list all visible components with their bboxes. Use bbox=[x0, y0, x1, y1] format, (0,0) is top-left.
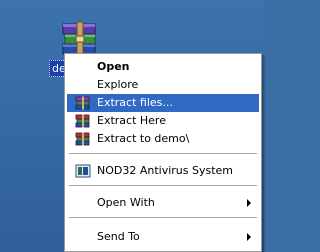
menu-item-label: Extract Here bbox=[97, 114, 166, 127]
menu-item-nod32[interactable]: NOD32 Antivirus System bbox=[67, 162, 259, 180]
menu-item-send-to[interactable]: Send To bbox=[67, 228, 259, 246]
menu-item-label: Extract files... bbox=[97, 96, 173, 109]
winrar-extract-icon bbox=[75, 132, 91, 146]
context-menu: Open Explore Extract files... Extract He… bbox=[64, 53, 262, 252]
menu-item-extract-files[interactable]: Extract files... bbox=[67, 94, 259, 112]
menu-item-extract-here[interactable]: Extract Here bbox=[67, 112, 259, 130]
menu-item-explore[interactable]: Explore bbox=[67, 76, 259, 94]
winrar-extract-icon bbox=[75, 96, 91, 110]
submenu-arrow-icon bbox=[247, 199, 251, 207]
menu-item-label: Extract to demo\ bbox=[97, 132, 190, 145]
winrar-archive-icon[interactable] bbox=[60, 18, 100, 58]
menu-item-label: Open bbox=[97, 60, 130, 73]
menu-item-label: Send To bbox=[97, 230, 140, 243]
menu-item-extract-to-demo[interactable]: Extract to demo\ bbox=[67, 130, 259, 148]
submenu-arrow-icon bbox=[247, 233, 251, 241]
nod32-icon bbox=[75, 164, 91, 178]
menu-separator bbox=[69, 185, 257, 186]
menu-item-label: Open With bbox=[97, 196, 155, 209]
menu-separator bbox=[69, 217, 257, 218]
menu-item-label: Explore bbox=[97, 78, 139, 91]
menu-item-open[interactable]: Open bbox=[67, 58, 259, 76]
menu-item-label: NOD32 Antivirus System bbox=[97, 164, 234, 177]
menu-separator bbox=[69, 153, 257, 154]
winrar-extract-icon bbox=[75, 114, 91, 128]
menu-item-open-with[interactable]: Open With bbox=[67, 194, 259, 212]
